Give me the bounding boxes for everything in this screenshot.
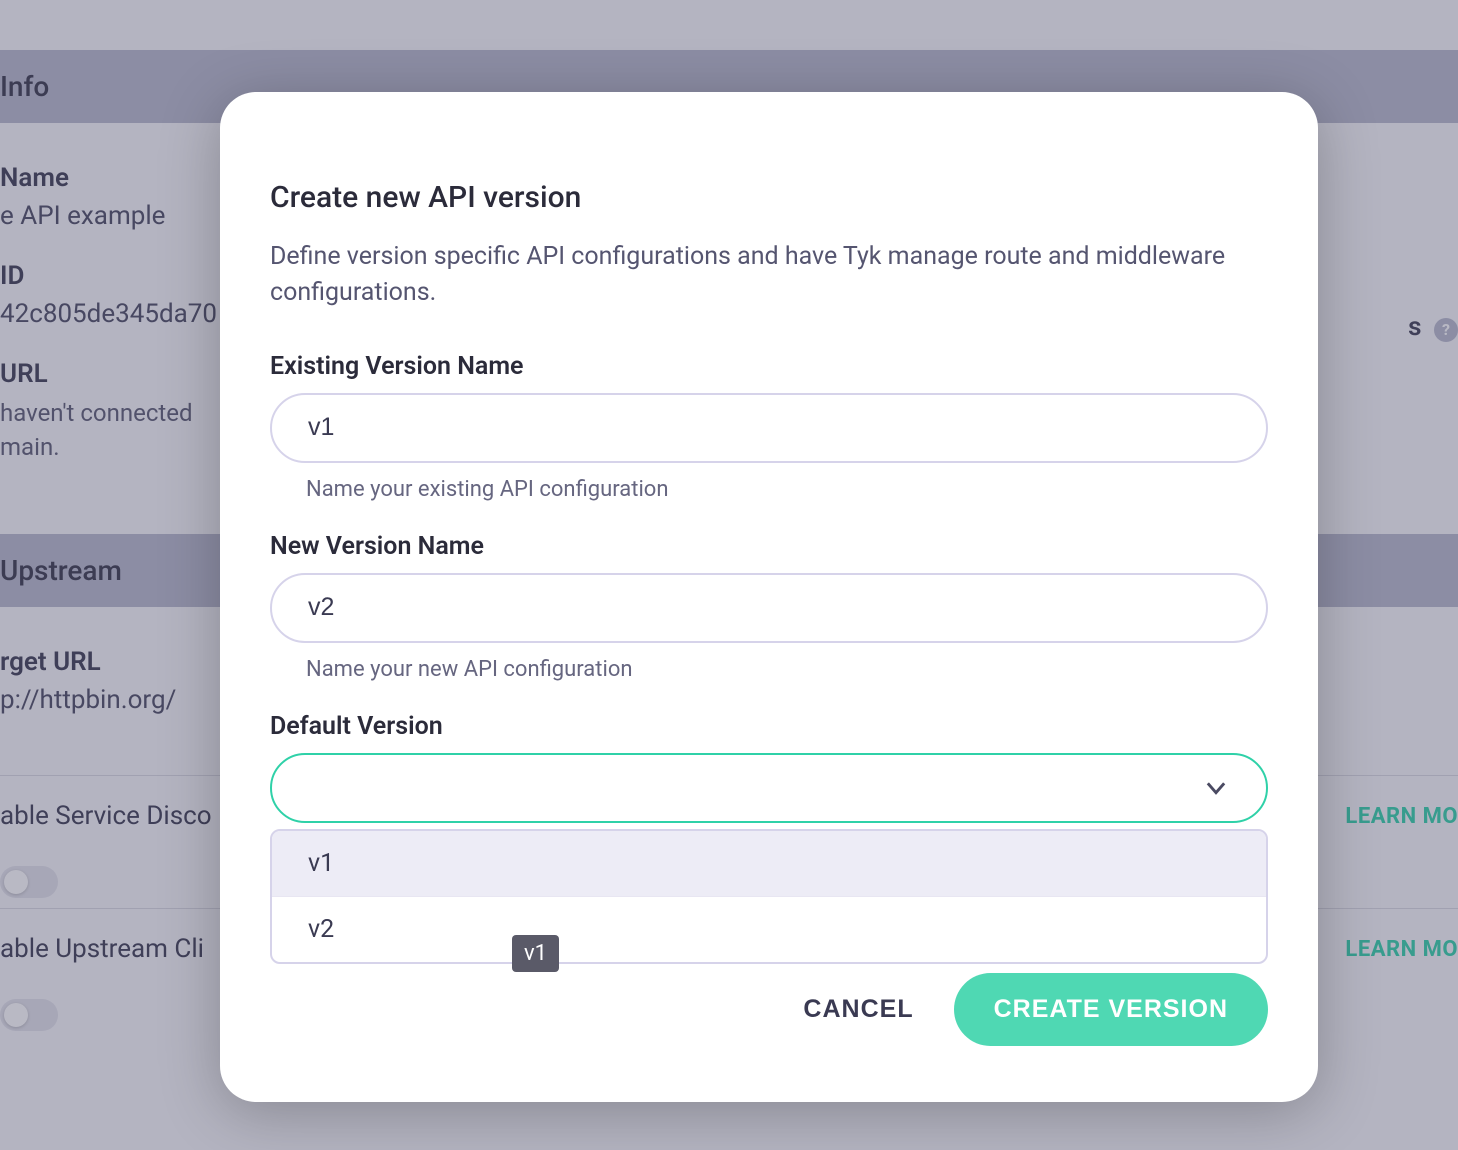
dropdown-option-v2[interactable]: v2: [272, 897, 1266, 962]
create-version-button[interactable]: CREATE VERSION: [954, 973, 1268, 1046]
new-version-label: New Version Name: [270, 532, 1268, 561]
default-version-dropdown: v1 v2: [270, 829, 1268, 964]
new-version-input[interactable]: [270, 573, 1268, 643]
cancel-button[interactable]: CANCEL: [803, 995, 913, 1024]
modal-description: Define version specific API configuratio…: [270, 239, 1268, 312]
tooltip-badge: v1: [512, 935, 559, 972]
default-version-label: Default Version: [270, 712, 1268, 741]
chevron-down-icon: [1202, 774, 1230, 802]
default-version-select-wrap: v1 v2: [270, 753, 1268, 823]
dropdown-option-v1[interactable]: v1: [272, 831, 1266, 897]
default-version-select[interactable]: [270, 753, 1268, 823]
create-version-modal: Create new API version Define version sp…: [220, 92, 1318, 1102]
existing-version-helper: Name your existing API configuration: [306, 477, 1268, 502]
new-version-helper: Name your new API configuration: [306, 657, 1268, 682]
existing-version-label: Existing Version Name: [270, 352, 1268, 381]
existing-version-input[interactable]: [270, 393, 1268, 463]
modal-title: Create new API version: [270, 180, 1268, 215]
modal-actions: CANCEL CREATE VERSION: [270, 973, 1268, 1046]
